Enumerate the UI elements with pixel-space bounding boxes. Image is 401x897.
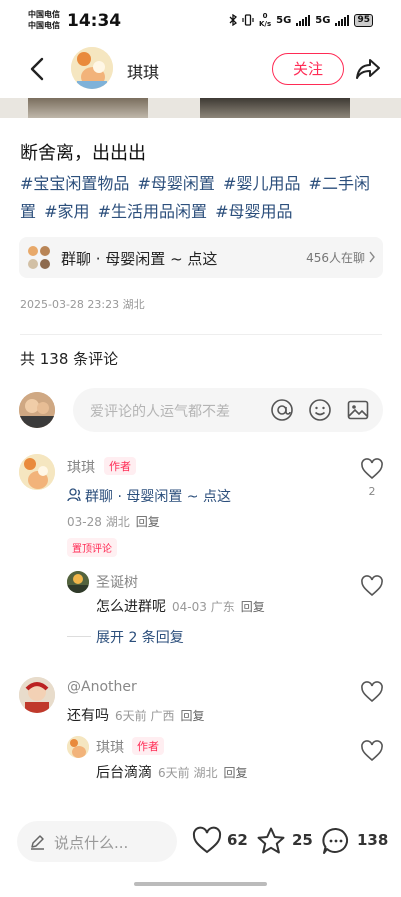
chevron-right-icon [369,251,375,263]
like-count: 2 [368,485,376,498]
author-badge: 作者 [132,737,164,755]
group-chat-link-icon [67,488,81,502]
pencil-icon [31,835,44,850]
carrier-labels: 中国电信 中国电信 [28,9,60,31]
pinned-badge: 置顶评论 [67,538,117,557]
comment-input-placeholder: 爱评论的人运气都不差 [90,404,230,420]
comment-total: 138 [357,831,389,849]
post-title: 断舍离，出出出 [20,143,146,164]
commenter-avatar[interactable] [19,454,55,490]
network-label-2: 5G [315,14,331,26]
reply-button[interactable]: 回复 [136,515,160,529]
carrier-2: 中国电信 [28,21,60,30]
bluetooth-icon [229,14,237,26]
reply-button[interactable]: 回复 [223,766,247,780]
tag-link[interactable]: #母婴用品 [215,202,292,221]
carrier-1: 中国电信 [28,10,60,19]
group-chat-count: 456人在聊 [306,251,365,265]
image-icon[interactable] [346,398,370,422]
heart-icon[interactable] [192,826,222,856]
comment-text: 怎么进群呢 04-03 广东 回复 [96,599,265,615]
comment-icon[interactable] [321,826,351,856]
tag-link[interactable]: #婴儿用品 [223,174,300,193]
my-avatar [19,392,55,428]
post-image-bottom[interactable] [0,98,401,118]
author-badge: 作者 [104,457,136,475]
nav-bar: 琪琪 关注 [0,42,401,96]
commenter-avatar[interactable] [67,571,89,593]
tag-link[interactable]: #宝宝闲置物品 [20,174,129,193]
comment-input-row: 爱评论的人运气都不差 [0,388,401,432]
comment-meta: 03-28 湖北 回复 [67,515,160,529]
commenter-name[interactable]: 圣诞树 [96,572,138,592]
clock: 14:34 [67,11,122,31]
comment-text: 还有吗 6天前 广西 回复 [67,708,205,724]
follow-button[interactable]: 关注 [272,53,344,85]
divider [20,334,382,335]
bottom-action-bar: 说点什么... 62 25 138 [0,818,401,868]
comment-count: 共 138 条评论 [20,350,119,368]
author-name[interactable]: 琪琪 [127,59,159,83]
reply-button[interactable]: 回复 [241,600,265,614]
tag-link[interactable]: #生活用品闲置 [98,202,207,221]
signal-icon-1 [296,14,311,26]
heart-icon[interactable] [360,740,384,762]
say-something-placeholder: 说点什么... [54,834,129,852]
home-indicator[interactable] [134,882,267,886]
network-label-1: 5G [276,14,292,26]
like-total: 62 [227,831,248,849]
comment-text: 后台滴滴 6天前 湖北 回复 [96,765,248,781]
status-bar: 中国电信 中国电信 14:34 0 K/s 5G 5G 95 [0,0,401,40]
heart-icon[interactable] [360,458,384,480]
heart-icon[interactable] [360,681,384,703]
commenter-name[interactable]: @Another [67,679,137,695]
tag-link[interactable]: #母婴闲置 [138,174,215,193]
group-chat-link[interactable]: 群聊 · 母婴闲置 ~ 点这 [85,486,231,506]
post-tags: #宝宝闲置物品 #母婴闲置 #婴儿用品 #二手闲置 #家用 #生活用品闲置 #母… [20,170,385,226]
heart-icon[interactable] [360,575,384,597]
group-chat-title: 群聊 · 母婴闲置 ~ 点这 [61,250,218,268]
at-icon[interactable] [270,398,294,422]
group-chat-card[interactable]: 群聊 · 母婴闲置 ~ 点这 456人在聊 [19,237,383,278]
net-speed: 0 K/s [258,12,272,28]
expand-replies-button[interactable]: 展开 2 条回复 [96,627,184,647]
status-icons: 0 K/s 5G 5G 95 [229,12,373,28]
say-something-input[interactable]: 说点什么... [17,821,177,862]
reply-button[interactable]: 回复 [180,709,204,723]
tag-link[interactable]: #家用 [44,202,89,221]
emoji-icon[interactable] [308,398,332,422]
expand-divider [67,636,91,637]
group-chat-icon [28,246,50,269]
commenter-avatar[interactable] [19,677,55,713]
battery-icon: 95 [354,13,373,27]
star-total: 25 [292,831,313,849]
commenter-name[interactable]: 琪琪 [96,737,124,757]
share-icon[interactable] [354,55,382,83]
star-icon[interactable] [256,826,286,856]
vibrate-icon [242,14,254,26]
back-icon[interactable] [26,56,50,82]
commenter-name[interactable]: 琪琪 [67,457,95,477]
author-avatar[interactable] [71,47,113,89]
signal-icon-2 [335,14,350,26]
commenter-avatar[interactable] [67,736,89,758]
post-meta: 2025-03-28 23:23 湖北 [20,298,145,311]
